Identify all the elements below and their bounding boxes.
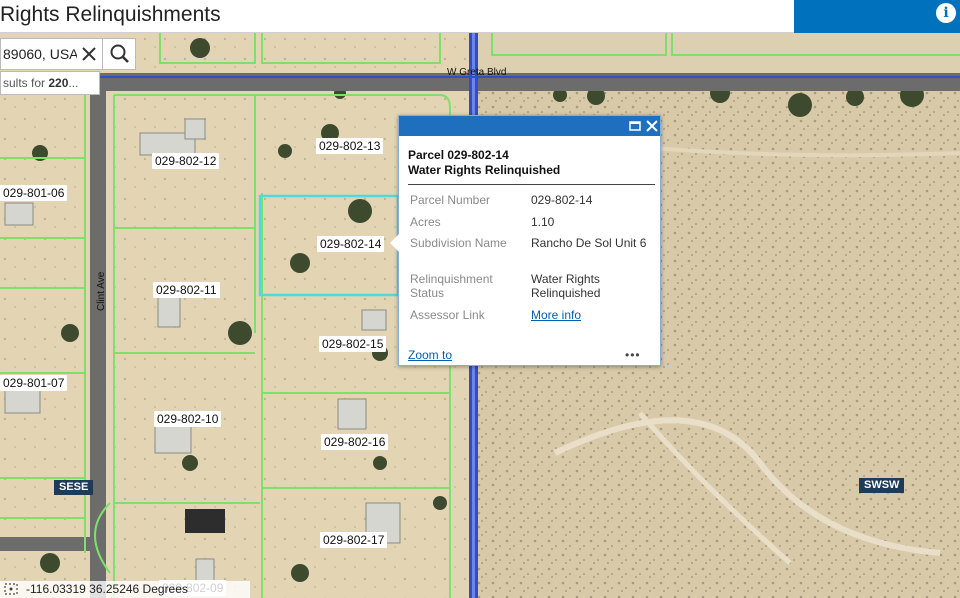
close-icon[interactable]	[644, 118, 660, 134]
search-results-summary[interactable]: sults for 220...	[0, 71, 100, 95]
crosshair-icon[interactable]	[4, 583, 18, 595]
popup-divider	[408, 184, 655, 185]
road-label-greta: W Greta Blvd	[447, 67, 507, 78]
maximize-icon[interactable]	[627, 118, 643, 134]
parcel-label[interactable]: 029-802-17	[320, 532, 388, 548]
parcel-label[interactable]: 029-801-06	[0, 185, 68, 201]
clear-icon[interactable]	[79, 44, 99, 64]
popup-title-line1: Parcel 029-802-14	[408, 148, 509, 162]
field-key: Subdivision Name	[410, 236, 507, 250]
search-button[interactable]	[102, 39, 136, 69]
field-key: Relinquishment Status	[410, 272, 493, 300]
field-value: Water Rights Relinquished	[531, 272, 601, 300]
parcel-label[interactable]: 029-802-13	[316, 138, 384, 154]
coordinate-text: -116.03319 36.25246 Degrees	[26, 582, 188, 596]
search-widget	[0, 38, 136, 70]
road-label-clint: Clint Ave	[96, 271, 107, 311]
parcel-label[interactable]: 029-801-07	[0, 375, 68, 391]
more-info-link[interactable]: More info	[531, 308, 651, 322]
field-key: Parcel Number	[410, 193, 491, 207]
parcel-label[interactable]: 029-802-10	[154, 411, 222, 427]
field-value: 1.10	[531, 215, 555, 229]
popup-header	[399, 116, 660, 136]
popup-pointer	[390, 234, 399, 252]
coordinate-readout: -116.03319 36.25246 Degrees	[0, 581, 250, 598]
field-value: 029-802-14	[531, 193, 593, 207]
parcel-label[interactable]: 029-802-16	[321, 434, 389, 450]
field-key: Acres	[410, 215, 441, 229]
parcel-label[interactable]: 029-802-12	[152, 153, 220, 169]
results-suffix: ...	[68, 76, 79, 90]
more-actions-button[interactable]: •••	[625, 348, 641, 362]
zoom-to-link[interactable]: Zoom to	[408, 348, 452, 362]
map-app: Rights Relinquishments i W Greta Blvd Cl…	[0, 0, 960, 598]
header-info-bar: i	[794, 0, 960, 33]
parcel-popup: Parcel 029-802-14 Water Rights Relinquis…	[390, 115, 661, 366]
popup-title: Parcel 029-802-14 Water Rights Relinquis…	[408, 148, 653, 178]
parcel-label[interactable]: 029-802-15	[319, 336, 387, 352]
parcel-label-selected[interactable]: 029-802-14	[317, 236, 385, 252]
results-count: 220	[48, 76, 69, 90]
results-prefix: sults for	[3, 76, 49, 90]
parcel-label[interactable]: 029-802-11	[153, 282, 220, 298]
search-input[interactable]	[1, 39, 77, 69]
search-icon	[110, 44, 129, 63]
township-label-sese: SESE	[54, 480, 94, 495]
township-label-swsw: SWSW	[859, 478, 905, 493]
field-key: Assessor Link	[410, 308, 485, 322]
app-header: Rights Relinquishments i	[0, 0, 960, 33]
info-icon[interactable]: i	[936, 3, 956, 23]
popup-title-line2: Water Rights Relinquished	[408, 163, 561, 177]
app-title: Rights Relinquishments	[0, 3, 221, 26]
field-value: Rancho De Sol Unit 6	[531, 236, 647, 250]
